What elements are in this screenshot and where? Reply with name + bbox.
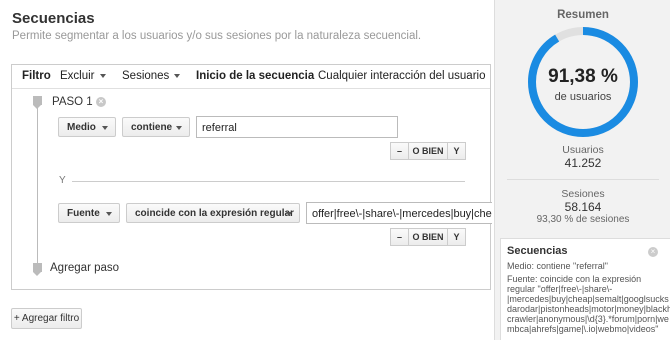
page-subtitle: Permite segmentar a los usuarios y/o sus… bbox=[12, 30, 422, 42]
users-value: 41.252 bbox=[564, 156, 602, 170]
filter-bar: Filtro Excluir Sesiones Inicio de la sec… bbox=[12, 65, 490, 89]
summary-title: Resumen bbox=[557, 9, 609, 21]
add-filter-button[interactable]: + Agregar filtro bbox=[11, 308, 82, 329]
sequence-start-value: Cualquier interacción del usuario bbox=[318, 70, 486, 82]
dimension-dropdown-2[interactable]: Fuente bbox=[58, 203, 120, 223]
sequence-start-label: Inicio de la secuencia bbox=[196, 70, 315, 82]
tooltip-line: Medio: contiene "referral" bbox=[507, 261, 608, 271]
operator-dropdown-2[interactable]: coincide con la expresión regular bbox=[126, 203, 300, 223]
scope-dropdown-label: Sesiones bbox=[122, 70, 170, 82]
scope-dropdown[interactable]: Sesiones bbox=[122, 70, 181, 82]
or-button[interactable]: O BIEN bbox=[408, 228, 448, 246]
exclude-dropdown-label: Excluir bbox=[60, 70, 95, 82]
chevron-down-icon bbox=[174, 73, 181, 78]
step-connector-line bbox=[37, 99, 38, 269]
and-button[interactable]: Y bbox=[447, 142, 466, 160]
chevron-down-icon bbox=[286, 212, 292, 216]
tooltip-line: crawler|anonymous|\d{3}.*forum|porn|we bbox=[507, 314, 669, 324]
remove-step-icon[interactable]: × bbox=[96, 97, 106, 107]
users-label: Usuarios bbox=[562, 144, 604, 156]
operator-dropdown-1[interactable]: contiene bbox=[122, 117, 190, 137]
and-separator-line bbox=[72, 181, 465, 182]
tooltip-line: |mercedes|buy|cheap|semalt|googlsucks bbox=[507, 294, 669, 304]
summary-percent-label: de usuarios bbox=[554, 91, 612, 103]
step-1-label: PASO 1 bbox=[52, 96, 93, 108]
sequence-box: Filtro Excluir Sesiones Inicio de la sec… bbox=[11, 64, 492, 290]
chevron-down-icon bbox=[99, 73, 106, 78]
value-input-2[interactable]: offer|free\-|share\-|mercedes|buy|cheap| bbox=[306, 202, 492, 224]
dimension-2-label: Fuente bbox=[67, 208, 100, 219]
chevron-down-icon bbox=[102, 126, 108, 130]
summary-percent: 91,38 % bbox=[548, 66, 618, 87]
chevron-down-icon bbox=[106, 212, 112, 216]
chevron-down-icon bbox=[176, 126, 182, 130]
remove-condition-button[interactable]: – bbox=[390, 142, 409, 160]
dimension-1-label: Medio bbox=[67, 122, 96, 133]
main-panel: Secuencias Permite segmentar a los usuar… bbox=[0, 0, 494, 340]
sessions-percent: 93,30 % de sesiones bbox=[536, 214, 630, 225]
dimension-dropdown-1[interactable]: Medio bbox=[58, 117, 116, 137]
tooltip-line: mbca|ahrefs|game|\.io|webmo|videos" bbox=[507, 324, 659, 334]
sequence-start-dropdown[interactable]: Cualquier interacción del usuario bbox=[318, 70, 494, 82]
and-button[interactable]: Y bbox=[447, 228, 466, 246]
and-separator-label: Y bbox=[59, 175, 66, 186]
tooltip-line: Fuente: coincide con la expresión bbox=[507, 274, 642, 284]
operator-2-label: coincide con la expresión regular bbox=[135, 208, 294, 219]
value-input-1[interactable]: referral bbox=[196, 116, 398, 138]
or-button[interactable]: O BIEN bbox=[408, 142, 448, 160]
step-marker-icon bbox=[33, 96, 42, 109]
filter-label: Filtro bbox=[22, 70, 51, 82]
page-title: Secuencias bbox=[12, 10, 95, 27]
add-step-marker-icon bbox=[33, 263, 42, 276]
tooltip-line: regular "offer|free\-|share\- bbox=[507, 284, 613, 294]
tooltip-title: Secuencias bbox=[507, 245, 568, 257]
add-step-link[interactable]: Agregar paso bbox=[50, 262, 119, 274]
remove-condition-button[interactable]: – bbox=[390, 228, 409, 246]
sequence-tooltip: Secuencias × Medio: contiene "referral" … bbox=[500, 238, 670, 340]
operator-1-label: contiene bbox=[131, 122, 173, 133]
summary-divider bbox=[507, 179, 659, 180]
exclude-dropdown[interactable]: Excluir bbox=[60, 70, 106, 82]
sessions-label: Sesiones bbox=[561, 188, 605, 200]
sessions-value: 58.164 bbox=[564, 200, 602, 214]
close-icon[interactable]: × bbox=[648, 247, 658, 257]
tooltip-line: darodar|pistonheads|motor|money|blackh bbox=[507, 304, 670, 314]
